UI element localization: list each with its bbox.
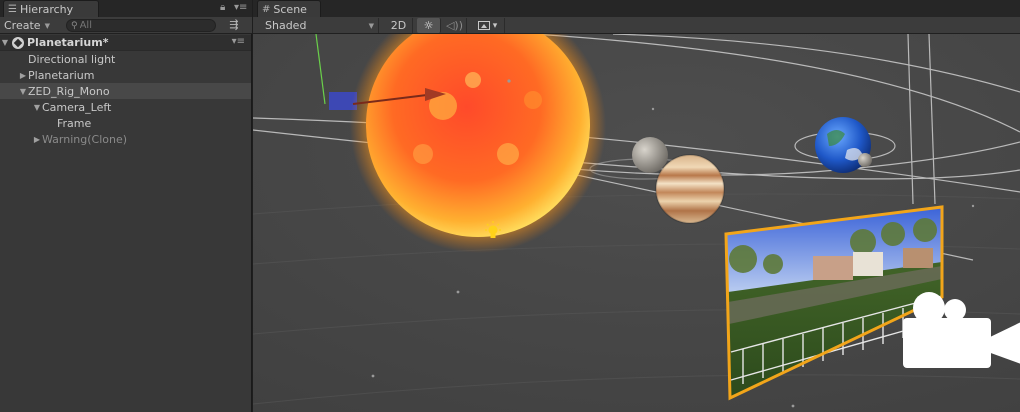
tree-item-directional-light[interactable]: Directional light	[0, 51, 251, 67]
expand-arrow-icon[interactable]: ▼	[0, 38, 10, 47]
tree-item-label: Frame	[57, 116, 92, 130]
audio-toggle-button[interactable]: ◁))	[443, 18, 467, 33]
lock-icon[interactable]: 🔒︎	[220, 2, 225, 13]
search-icon: ⚲	[71, 20, 78, 31]
shading-mode-dropdown[interactable]: Shaded ▼	[257, 18, 379, 33]
chevron-down-icon: ▼	[368, 21, 374, 30]
expand-arrow-icon[interactable]: ▼	[32, 103, 42, 112]
search-input[interactable]	[79, 20, 200, 31]
shading-mode-value: Shaded	[265, 19, 307, 32]
tree-item-planetarium[interactable]: ▶ Planetarium	[0, 67, 251, 83]
speaker-icon: ◁))	[445, 19, 464, 32]
scene-tabstrip: # Scene	[253, 0, 1020, 17]
toggle-2d-button[interactable]: 2D	[385, 18, 413, 33]
scene-toolbar: Shaded ▼ 2D ☼ ◁)) ▾	[253, 17, 1020, 34]
list-icon: ☰	[8, 3, 17, 15]
tree-item-label: ZED_Rig_Mono	[28, 84, 110, 98]
earth-moon[interactable]	[858, 153, 872, 167]
search-box[interactable]: ⚲	[66, 19, 216, 32]
tree-item-label: Planetarium	[28, 68, 95, 82]
collapse-arrow-icon[interactable]: ▶	[18, 71, 28, 80]
grid-icon: #	[262, 3, 271, 15]
scene-viewport[interactable]	[253, 34, 1020, 412]
panel-menu-icon[interactable]: ▾≡	[234, 2, 247, 13]
create-button[interactable]: Create ▼	[4, 18, 50, 33]
sun-icon: ☼	[423, 19, 434, 32]
filter-icon: ⇶	[229, 18, 239, 31]
tab-scene[interactable]: # Scene	[257, 0, 321, 17]
expand-arrow-icon[interactable]: ▼	[18, 87, 28, 96]
toggle-2d-label: 2D	[390, 19, 407, 32]
chevron-down-icon: ▾	[492, 20, 498, 31]
collapse-arrow-icon[interactable]: ▶	[32, 135, 42, 144]
hierarchy-tree: ▼ Planetarium* ▾≡ Directional light ▶ Pl…	[0, 35, 251, 147]
filter-button[interactable]: ⇶	[224, 18, 244, 33]
scene-label: Planetarium*	[27, 36, 109, 49]
tree-item-label: Directional light	[28, 52, 116, 66]
image-icon	[477, 21, 490, 30]
tree-item-zed-rig-mono[interactable]: ▼ ZED_Rig_Mono	[0, 83, 251, 99]
create-button-label: Create	[4, 19, 41, 32]
scene-panel: # Scene Shaded ▼ 2D ☼ ◁)) ▾	[253, 0, 1020, 412]
hierarchy-toolbar: Create ▼ ⚲ ⇶	[0, 17, 252, 34]
tab-scene-label: Scene	[273, 2, 307, 16]
tree-item-label: Camera_Left	[42, 100, 112, 114]
tree-item-warning-clone[interactable]: ▶ Warning(Clone)	[0, 131, 251, 147]
tree-item-camera-left[interactable]: ▼ Camera_Left	[0, 99, 251, 115]
tree-item-label: Warning(Clone)	[42, 132, 128, 146]
jupiter-planet[interactable]	[655, 154, 725, 224]
tab-hierarchy[interactable]: ☰ Hierarchy	[3, 0, 99, 17]
lighting-toggle-button[interactable]: ☼	[417, 18, 441, 33]
chevron-down-icon: ▼	[44, 21, 50, 30]
hierarchy-panel: ☰ Hierarchy 🔒︎ ▾≡ Create ▼ ⚲ ⇶ ▼ Planeta…	[0, 0, 252, 412]
hierarchy-tabstrip: ☰ Hierarchy 🔒︎ ▾≡	[0, 0, 252, 17]
unity-scene-icon	[12, 36, 24, 49]
scene-menu-icon[interactable]: ▾≡	[232, 36, 245, 47]
tree-item-frame[interactable]: Frame	[0, 115, 251, 131]
effects-dropdown[interactable]: ▾	[471, 18, 505, 33]
tab-hierarchy-label: Hierarchy	[19, 2, 74, 16]
tree-item-scene[interactable]: ▼ Planetarium* ▾≡	[0, 35, 251, 51]
